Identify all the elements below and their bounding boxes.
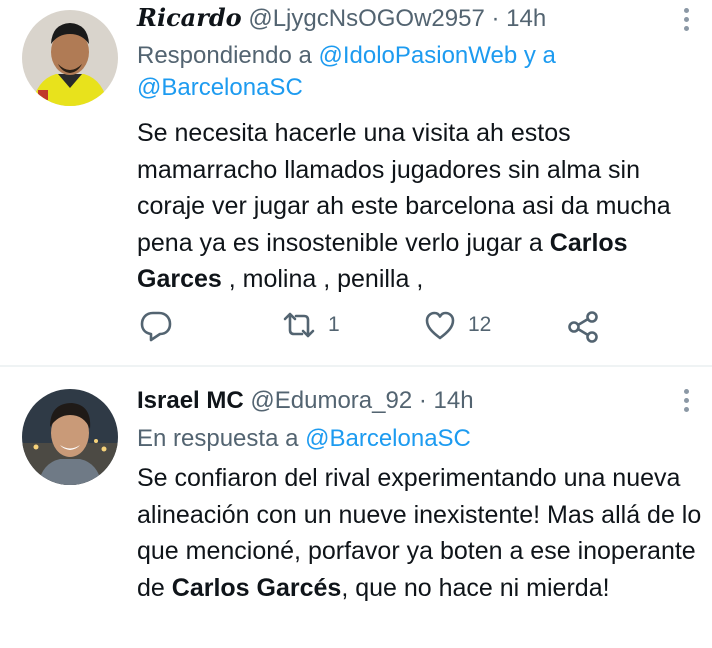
more-options-icon[interactable]: [684, 8, 690, 35]
retweet-icon: [283, 312, 315, 338]
tweet-ricardo[interactable]: Ricardo @LjygcNsOGOw2957 · 14h Respondie…: [0, 0, 712, 365]
tweet-header: Israel MC @Edumora_92 · 14h: [137, 386, 474, 416]
like-button[interactable]: 12: [424, 310, 491, 340]
mention-link[interactable]: @BarcelonaSC: [305, 425, 471, 452]
user-handle[interactable]: @Edumora_92: [250, 387, 412, 414]
tweet-header: Ricardo @LjygcNsOGOw2957 · 14h: [137, 3, 546, 34]
tweet-text: Se necesita hacerle una visita ah estos …: [137, 115, 707, 298]
timestamp[interactable]: 14h: [434, 387, 474, 414]
mention-link[interactable]: @IdoloPasionWeb: [318, 42, 517, 69]
like-count: 12: [468, 313, 492, 336]
separator: ·: [418, 387, 427, 414]
tweet-text: Se confiaron del rival experimentando un…: [137, 460, 707, 606]
timestamp[interactable]: 14h: [506, 5, 546, 32]
user-handle[interactable]: @LjygcNsOGOw2957: [248, 5, 484, 32]
display-name[interactable]: Ricardo: [137, 3, 242, 32]
reply-prefix: Respondiendo a: [137, 42, 319, 69]
more-options-icon[interactable]: [684, 389, 690, 416]
avatar[interactable]: [22, 389, 118, 485]
reply-button[interactable]: [139, 310, 173, 342]
reply-context: Respondiendo a @IdoloPasionWeb y a @Barc…: [137, 40, 697, 104]
heart-icon: [425, 311, 455, 340]
retweet-count: 1: [328, 313, 340, 336]
share-button[interactable]: [567, 310, 599, 344]
display-name[interactable]: Israel MC: [137, 387, 244, 414]
tweet-israel[interactable]: Israel MC @Edumora_92 · 14h En respuesta…: [0, 367, 712, 648]
reply-icon: [140, 311, 172, 342]
tweet-text-bold: Carlos Garcés: [171, 573, 342, 602]
reply-prefix: En respuesta a: [137, 425, 306, 452]
tweet-text-part: , que no hace ni mierda!: [341, 573, 610, 602]
share-icon: [568, 311, 598, 343]
avatar[interactable]: [22, 10, 118, 106]
reply-context: En respuesta a @BarcelonaSC: [137, 423, 697, 455]
mention-link[interactable]: @BarcelonaSC: [137, 74, 303, 101]
tweet-actions: 1 12: [0, 310, 712, 350]
retweet-button[interactable]: 1: [282, 310, 340, 340]
reply-join: y a: [517, 42, 556, 69]
separator: ·: [491, 5, 500, 32]
tweet-text-part: , molina , penilla ,: [221, 265, 424, 293]
